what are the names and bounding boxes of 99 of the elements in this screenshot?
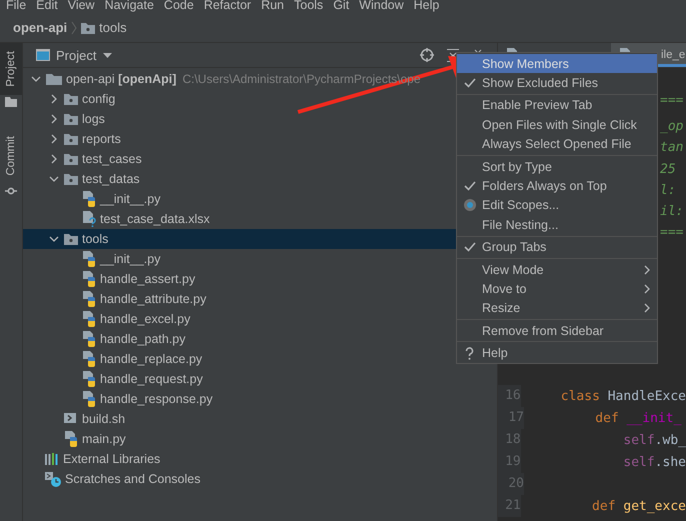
menu-item[interactable]: Folders Always on Top (457, 176, 657, 196)
chevron-right-icon[interactable] (49, 114, 59, 124)
folder-icon (64, 113, 78, 125)
menu-item[interactable]: Open Files with Single Click (457, 115, 657, 135)
folder-icon (46, 73, 62, 85)
folder-icon (64, 93, 78, 105)
python-file-icon (82, 371, 96, 387)
menu-item[interactable]: Run (261, 0, 284, 13)
side-tab[interactable]: Project (0, 43, 22, 95)
breadcrumb-item[interactable]: tools (99, 20, 127, 35)
commit-icon[interactable] (5, 187, 17, 195)
menu-item[interactable]: File (6, 0, 26, 13)
tree-item[interactable]: handle_path.py (23, 329, 456, 349)
python-file-icon (82, 331, 96, 347)
folder-icon (64, 153, 78, 165)
python-file-icon (82, 271, 96, 287)
menu-item[interactable]: Navigate (104, 0, 154, 13)
code-line: def get_exce (591, 498, 686, 514)
menu-item[interactable]: Code (164, 0, 194, 13)
code-text: === (660, 92, 684, 110)
tree-item[interactable]: __init__.py (23, 189, 456, 209)
tree-item[interactable]: handle_attribute.py (23, 289, 456, 309)
view-selector[interactable]: Project (56, 48, 96, 62)
folder-icon[interactable] (5, 97, 17, 107)
tree-item[interactable]: main.py (23, 429, 456, 449)
menu-item[interactable]: View (68, 0, 95, 13)
library-icon (45, 453, 59, 465)
code-line: self.she (622, 454, 686, 470)
menu-item[interactable]: Tools (294, 0, 324, 13)
window-icon (36, 49, 50, 61)
menu-item[interactable]: Group Tabs (457, 238, 657, 257)
chevron-down-icon[interactable] (49, 174, 59, 184)
code-line: def __init_ (594, 410, 682, 426)
menu-item[interactable]: Show Excluded Files (457, 73, 657, 93)
menu-item[interactable]: Always Select Opened File (457, 134, 657, 154)
tree-item[interactable]: handle_excel.py (23, 309, 456, 329)
code-line: class HandleExce (560, 388, 686, 404)
tree-item[interactable]: reports (23, 129, 456, 149)
breadcrumb-item[interactable]: open-api (13, 20, 68, 35)
menu-item[interactable]: Edit Scopes... (457, 196, 657, 216)
menu-item[interactable]: Refactor (204, 0, 252, 13)
tree-item[interactable]: config (23, 89, 456, 109)
python-file-icon (82, 311, 96, 327)
python-file-icon (64, 431, 78, 447)
folder-icon (64, 133, 78, 145)
tree-item[interactable]: handle_assert.py (23, 269, 456, 289)
tree-item[interactable]: tools (23, 229, 456, 249)
chevron-icon (71, 20, 78, 34)
code-line: self.wb_ (622, 432, 686, 448)
menu-item[interactable]: Move to (457, 279, 657, 299)
folder-icon (64, 173, 78, 185)
tree-item[interactable]: handle_request.py (23, 369, 456, 389)
folder-icon (81, 22, 96, 34)
code-text: 25 (660, 160, 677, 179)
code-text: _op (660, 118, 684, 136)
chevron-down-icon[interactable] (31, 74, 41, 84)
code-text: l: (660, 182, 677, 200)
menu-item[interactable]: Show Members (457, 54, 657, 74)
menu-item[interactable]: File Nesting... (457, 215, 657, 235)
code-text: il: (660, 202, 684, 221)
code-text: === (660, 224, 684, 242)
tree-item[interactable]: test_cases (23, 149, 456, 169)
menu-item[interactable]: Sort by Type (457, 156, 657, 176)
tree-item[interactable]: __init__.py (23, 249, 456, 269)
locate-icon[interactable] (420, 48, 434, 62)
tree-item[interactable]: handle_response.py (23, 389, 456, 409)
tree-item[interactable]: logs (23, 109, 456, 129)
unknown-file-icon (82, 211, 96, 227)
python-file-icon (82, 251, 96, 267)
chevron-right-icon[interactable] (49, 94, 59, 104)
menu-item[interactable]: Edit (36, 0, 58, 13)
chevron-right-icon[interactable] (49, 154, 59, 164)
menu-item[interactable]: Resize (457, 298, 657, 318)
menu-item[interactable]: Help (457, 343, 657, 363)
folder-icon (64, 233, 78, 245)
code-text: tan (660, 139, 684, 158)
terminal-file-icon (64, 413, 78, 425)
tree-item[interactable]: build.sh (23, 409, 456, 429)
dropdown-icon[interactable] (103, 52, 112, 58)
menu-item[interactable]: Remove from Sidebar (457, 321, 657, 340)
python-file-icon (82, 291, 96, 307)
tree-item[interactable]: External Libraries (23, 449, 456, 469)
side-tab[interactable]: Commit (0, 127, 22, 185)
chevron-down-icon[interactable] (49, 234, 59, 244)
clock-file-icon (45, 472, 61, 486)
help-icon (465, 346, 474, 360)
python-file-icon (82, 191, 96, 207)
tree-item[interactable]: Scratches and Consoles (23, 469, 456, 489)
menu-item[interactable]: Enable Preview Tab (457, 96, 657, 116)
tree-item[interactable]: test_datas (23, 169, 456, 189)
python-file-icon (82, 391, 96, 407)
tree-item[interactable]: test_case_data.xlsx (23, 209, 456, 229)
chevron-right-icon[interactable] (49, 134, 59, 144)
menu-item[interactable]: Window (359, 0, 404, 13)
python-file-icon (82, 351, 96, 367)
menu-item[interactable]: Git (333, 0, 350, 13)
tree-item[interactable]: handle_replace.py (23, 349, 456, 369)
menu-item[interactable]: View Mode (457, 260, 657, 280)
menu-item[interactable]: Help (414, 0, 440, 13)
